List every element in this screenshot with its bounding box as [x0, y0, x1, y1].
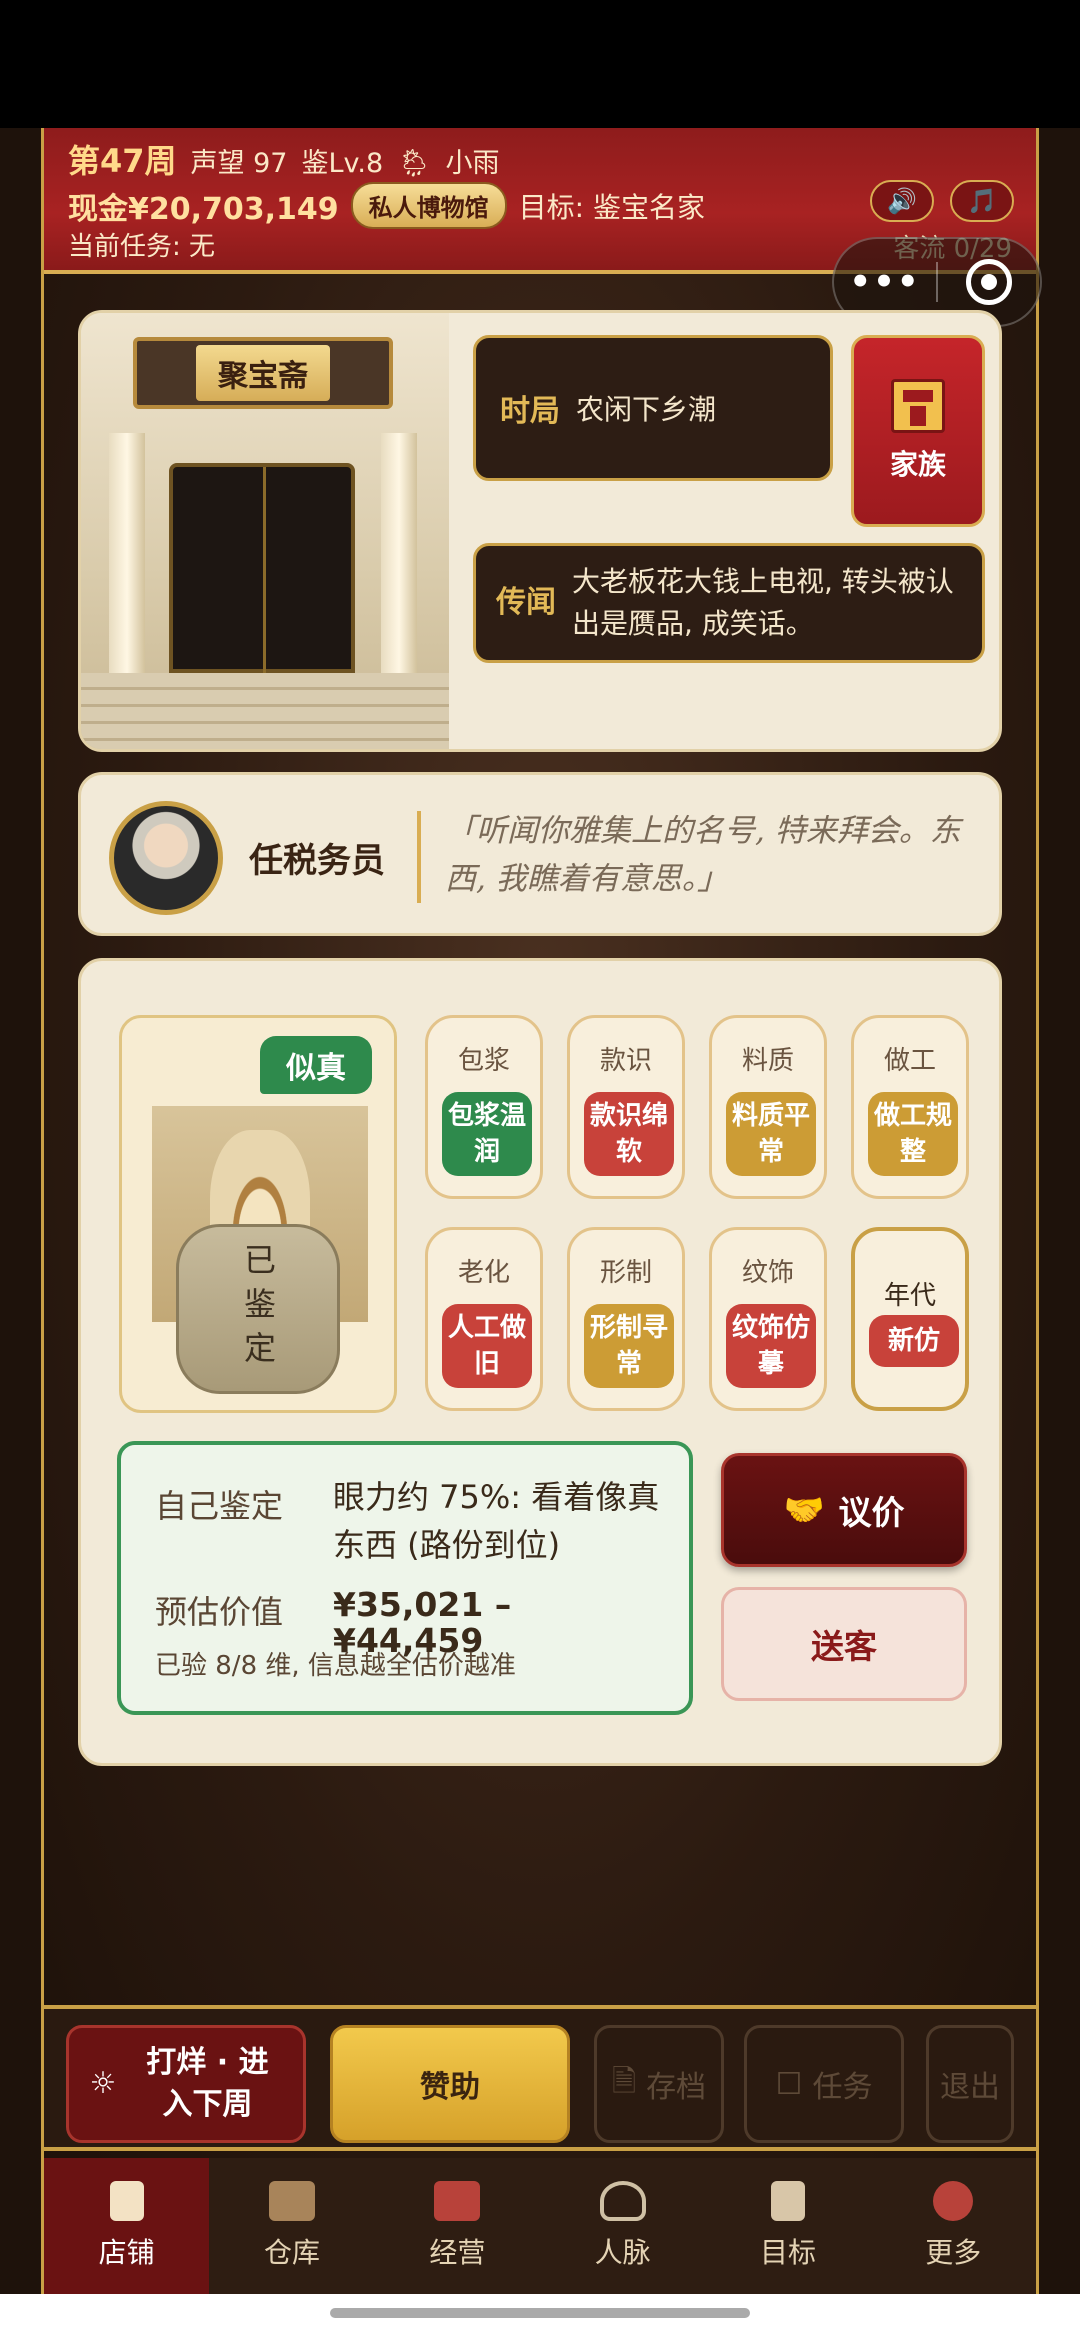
shop-facade-image: 聚宝斋 — [81, 313, 449, 749]
shop-panel: 聚宝斋 时局 农闲下乡潮 家族 传闻 大老板花大钱上电视, 转头被认出是赝品, … — [78, 310, 1002, 752]
warehouse-icon — [268, 2181, 315, 2221]
speaker-icon: 🔊 — [887, 187, 917, 215]
nav-shop[interactable]: 店铺 — [44, 2158, 210, 2294]
send-off-button[interactable]: 送客 — [721, 1587, 967, 1701]
current-task: 当前任务: 无 — [68, 232, 216, 262]
cash: 现金¥20,703,149 — [68, 191, 339, 227]
task-icon: ☐ — [775, 2066, 803, 2102]
rumor-label: 传闻 — [496, 585, 556, 620]
close-miniprogram-button[interactable] — [938, 259, 1040, 305]
shop-stairs — [81, 673, 449, 749]
verdict-badge: 似真 — [260, 1036, 372, 1094]
appraiser-level: 鉴Lv.8 — [301, 148, 384, 179]
customer-name: 任税务员 — [249, 841, 385, 881]
attr-decoration[interactable]: 纹饰 纹饰仿摹 — [709, 1227, 827, 1411]
appraised-stamp: 已鉴定 — [176, 1224, 340, 1394]
music-button[interactable]: 🎵 — [950, 180, 1014, 222]
save-icon: 🗎 — [611, 2063, 637, 2099]
museum-badge[interactable]: 私人博物馆 — [350, 182, 507, 229]
nav-warehouse[interactable]: 仓库 — [209, 2158, 374, 2294]
attr-result: 形制寻常 — [584, 1304, 674, 1388]
status-bar-area — [0, 0, 1080, 128]
appraisal-result: 自己鉴定 眼力约 75%: 看着像真东西 (路份到位) 预估价值 ¥35,021… — [117, 1441, 693, 1715]
nav-contacts[interactable]: 人脉 — [540, 2158, 705, 2294]
attr-result: 款识绵软 — [584, 1092, 674, 1176]
shop-door — [169, 463, 355, 673]
reputation: 声望 97 — [190, 148, 288, 179]
era-box: 时局 农闲下乡潮 — [473, 335, 833, 481]
nav-goal[interactable]: 目标 — [705, 2158, 870, 2294]
attr-result: 做工规整 — [868, 1092, 958, 1176]
attr-inscription[interactable]: 款识 款识绵软 — [567, 1015, 685, 1199]
save-button[interactable]: 🗎 存档 — [594, 2025, 724, 2143]
customer-quote: 「听闻你雅集上的名号, 特来拜会。东西, 我瞧着有意思。」 — [445, 813, 961, 897]
week-counter: 第47周 — [68, 142, 177, 180]
music-icon: 🎵 — [967, 187, 997, 215]
attr-patina[interactable]: 包浆 包浆温润 — [425, 1015, 543, 1199]
self-appraisal-label: 自己鉴定 — [155, 1487, 284, 1525]
rumor-box: 传闻 大老板花大钱上电视, 转头被认出是赝品, 成笑话。 — [473, 543, 985, 663]
contacts-icon — [599, 2181, 646, 2221]
attr-shape[interactable]: 形制 形制寻常 — [567, 1227, 685, 1411]
frame-right — [1036, 128, 1080, 2298]
bottom-nav: 店铺 仓库 经营 人脉 目标 更多 — [44, 2158, 1036, 2294]
goal: 目标: 鉴宝名家 — [518, 190, 706, 224]
self-appraisal-value: 眼力约 75%: 看着像真东西 (路份到位) — [333, 1478, 660, 1564]
appraisal-panel: 似真 已鉴定 包浆 包浆温润 款识 款识绵软 料质 料质平常 做工 做工规整 老… — [78, 958, 1002, 1766]
attr-era[interactable]: 年代 新仿 — [851, 1227, 969, 1411]
handshake-icon: 🤝 — [783, 1490, 825, 1529]
attr-material[interactable]: 料质 料质平常 — [709, 1015, 827, 1199]
sound-button[interactable]: 🔊 — [870, 180, 934, 222]
item-card[interactable]: 似真 已鉴定 — [119, 1015, 397, 1413]
exit-button[interactable]: 退出 — [926, 2025, 1014, 2143]
frame-left — [0, 128, 44, 2298]
shop-icon — [109, 2181, 144, 2221]
customer-avatar — [109, 801, 223, 915]
rumor-value: 大老板花大钱上电视, 转头被认出是赝品, 成笑话。 — [572, 565, 954, 640]
home-indicator[interactable] — [330, 2308, 750, 2318]
appraisal-note: 已验 8/8 维, 信息越全估价越准 — [155, 1651, 516, 1681]
era-label: 时局 — [500, 394, 560, 429]
clan-hall-icon — [891, 379, 945, 433]
customer-divider — [417, 811, 421, 903]
tasks-button[interactable]: ☐ 任务 — [744, 2025, 904, 2143]
action-bar: ☼ 打烊 · 进入下周 赞助 🗎 存档 ☐ 任务 退出 — [44, 2005, 1036, 2151]
attr-result: 料质平常 — [726, 1092, 816, 1176]
customer-panel: 任税务员 「听闻你雅集上的名号, 特来拜会。东西, 我瞧着有意思。」 — [78, 772, 1002, 936]
era-value: 农闲下乡潮 — [576, 393, 717, 426]
bargain-button[interactable]: 🤝 议价 — [721, 1453, 967, 1567]
family-button[interactable]: 家族 — [851, 335, 985, 527]
attr-aging[interactable]: 老化 人工做旧 — [425, 1227, 543, 1411]
sponsor-button[interactable]: 赞助 — [330, 2025, 570, 2143]
attr-craft[interactable]: 做工 做工规整 — [851, 1015, 969, 1199]
weather-icon: 🌦 — [397, 148, 432, 179]
goal-icon — [770, 2181, 805, 2221]
attr-result: 纹饰仿摹 — [726, 1304, 816, 1388]
shop-sign: 聚宝斋 — [133, 337, 393, 409]
more-icon — [933, 2181, 974, 2221]
attr-result: 人工做旧 — [442, 1304, 532, 1388]
more-menu-icon[interactable]: ••• — [834, 262, 936, 302]
next-week-button[interactable]: ☼ 打烊 · 进入下周 — [66, 2025, 306, 2143]
sun-icon: ☼ — [89, 2066, 117, 2101]
attr-result: 包浆温润 — [442, 1092, 532, 1176]
target-icon — [965, 259, 1012, 305]
nav-more[interactable]: 更多 — [871, 2158, 1036, 2294]
attr-result: 新仿 — [869, 1315, 959, 1367]
weather: 小雨 — [445, 148, 500, 179]
business-icon — [434, 2181, 481, 2221]
nav-business[interactable]: 经营 — [375, 2158, 540, 2294]
